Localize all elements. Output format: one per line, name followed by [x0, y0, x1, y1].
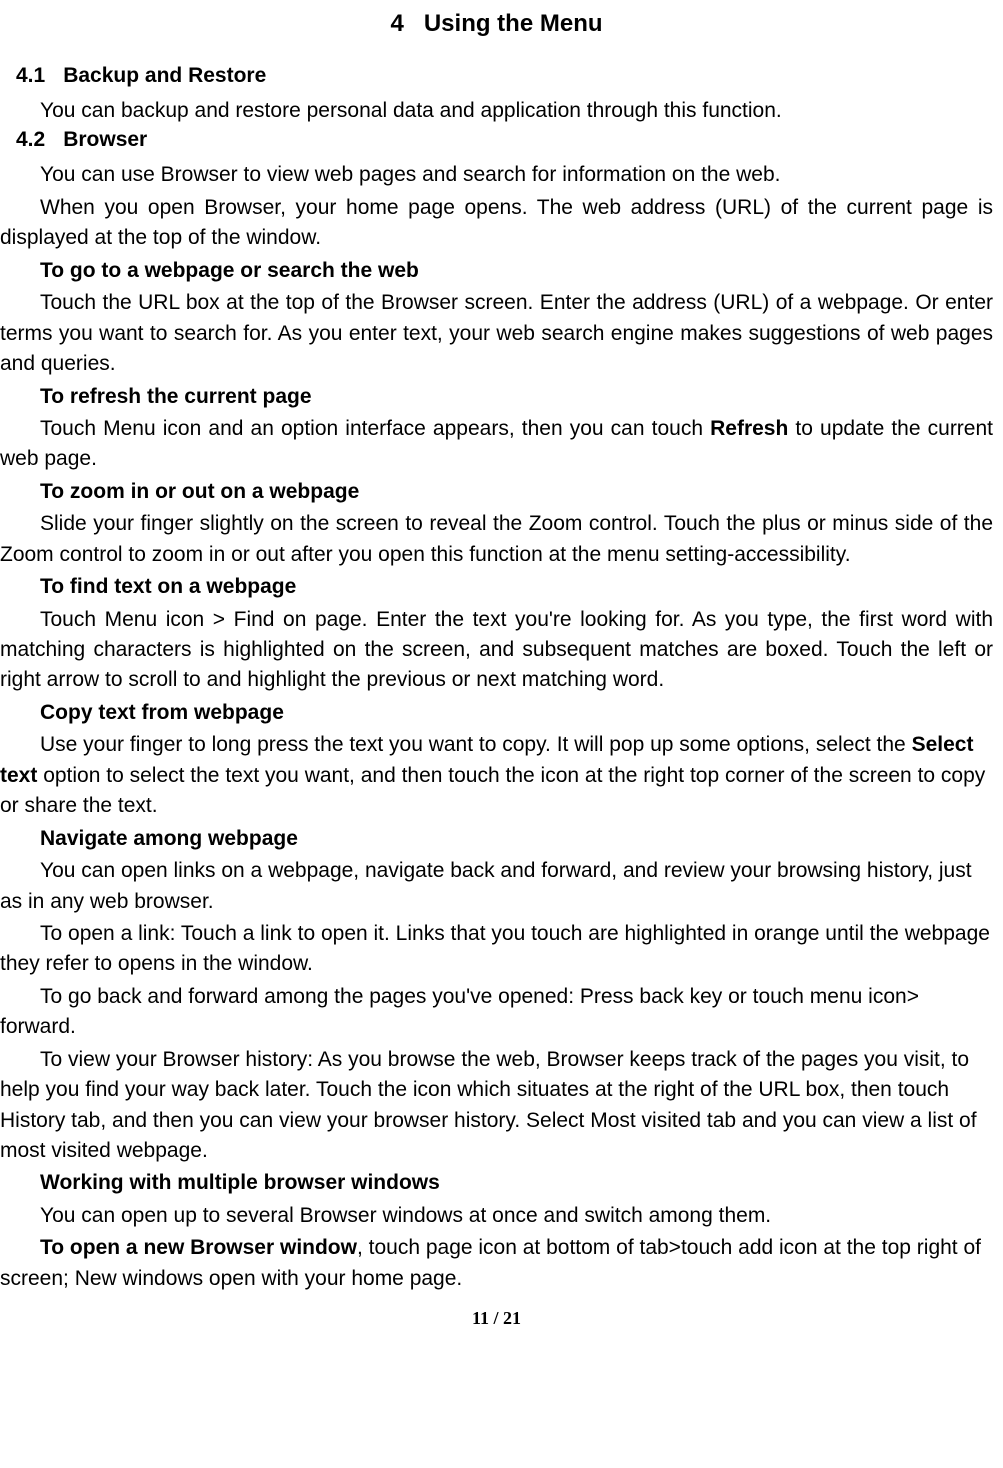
section-heading-4-2: 4.2 Browser: [16, 128, 993, 152]
subheading: Copy text from webpage: [0, 698, 993, 728]
paragraph: To view your Browser history: As you bro…: [0, 1045, 993, 1167]
text-bold: To open a new Browser window: [40, 1236, 357, 1259]
page-footer: 11 / 21: [0, 1308, 993, 1329]
paragraph: To open a new Browser window, touch page…: [0, 1233, 993, 1294]
chapter-number: 4: [390, 10, 403, 37]
paragraph: To go back and forward among the pages y…: [0, 982, 993, 1043]
text-run: Touch Menu icon and an option interface …: [40, 417, 710, 440]
subheading: To refresh the current page: [0, 382, 993, 412]
subheading: Navigate among webpage: [0, 824, 993, 854]
paragraph: When you open Browser, your home page op…: [0, 193, 993, 254]
paragraph: You can open links on a webpage, navigat…: [0, 856, 993, 917]
paragraph: You can backup and restore personal data…: [0, 96, 993, 126]
paragraph: You can use Browser to view web pages an…: [0, 160, 993, 190]
chapter-title: 4 Using the Menu: [0, 10, 993, 38]
paragraph: You can open up to several Browser windo…: [0, 1201, 993, 1231]
text-run: Use your finger to long press the text y…: [40, 733, 912, 756]
paragraph: Slide your finger slightly on the screen…: [0, 509, 993, 570]
section-number: 4.2: [16, 128, 45, 151]
paragraph: Touch Menu icon > Find on page. Enter th…: [0, 605, 993, 696]
paragraph: Touch the URL box at the top of the Brow…: [0, 288, 993, 379]
paragraph: Use your finger to long press the text y…: [0, 730, 993, 821]
paragraph: To open a link: Touch a link to open it.…: [0, 919, 993, 980]
subheading: To find text on a webpage: [0, 572, 993, 602]
subheading: To zoom in or out on a webpage: [0, 477, 993, 507]
subheading: Working with multiple browser windows: [0, 1168, 993, 1198]
subheading: To go to a webpage or search the web: [0, 256, 993, 286]
text-run: option to select the text you want, and …: [0, 764, 985, 817]
paragraph: Touch Menu icon and an option interface …: [0, 414, 993, 475]
chapter-title-text: Using the Menu: [424, 10, 603, 37]
text-bold: Refresh: [710, 417, 788, 440]
section-number: 4.1: [16, 64, 45, 87]
section-title: Backup and Restore: [63, 64, 266, 87]
section-title: Browser: [63, 128, 147, 151]
section-heading-4-1: 4.1 Backup and Restore: [16, 64, 993, 88]
